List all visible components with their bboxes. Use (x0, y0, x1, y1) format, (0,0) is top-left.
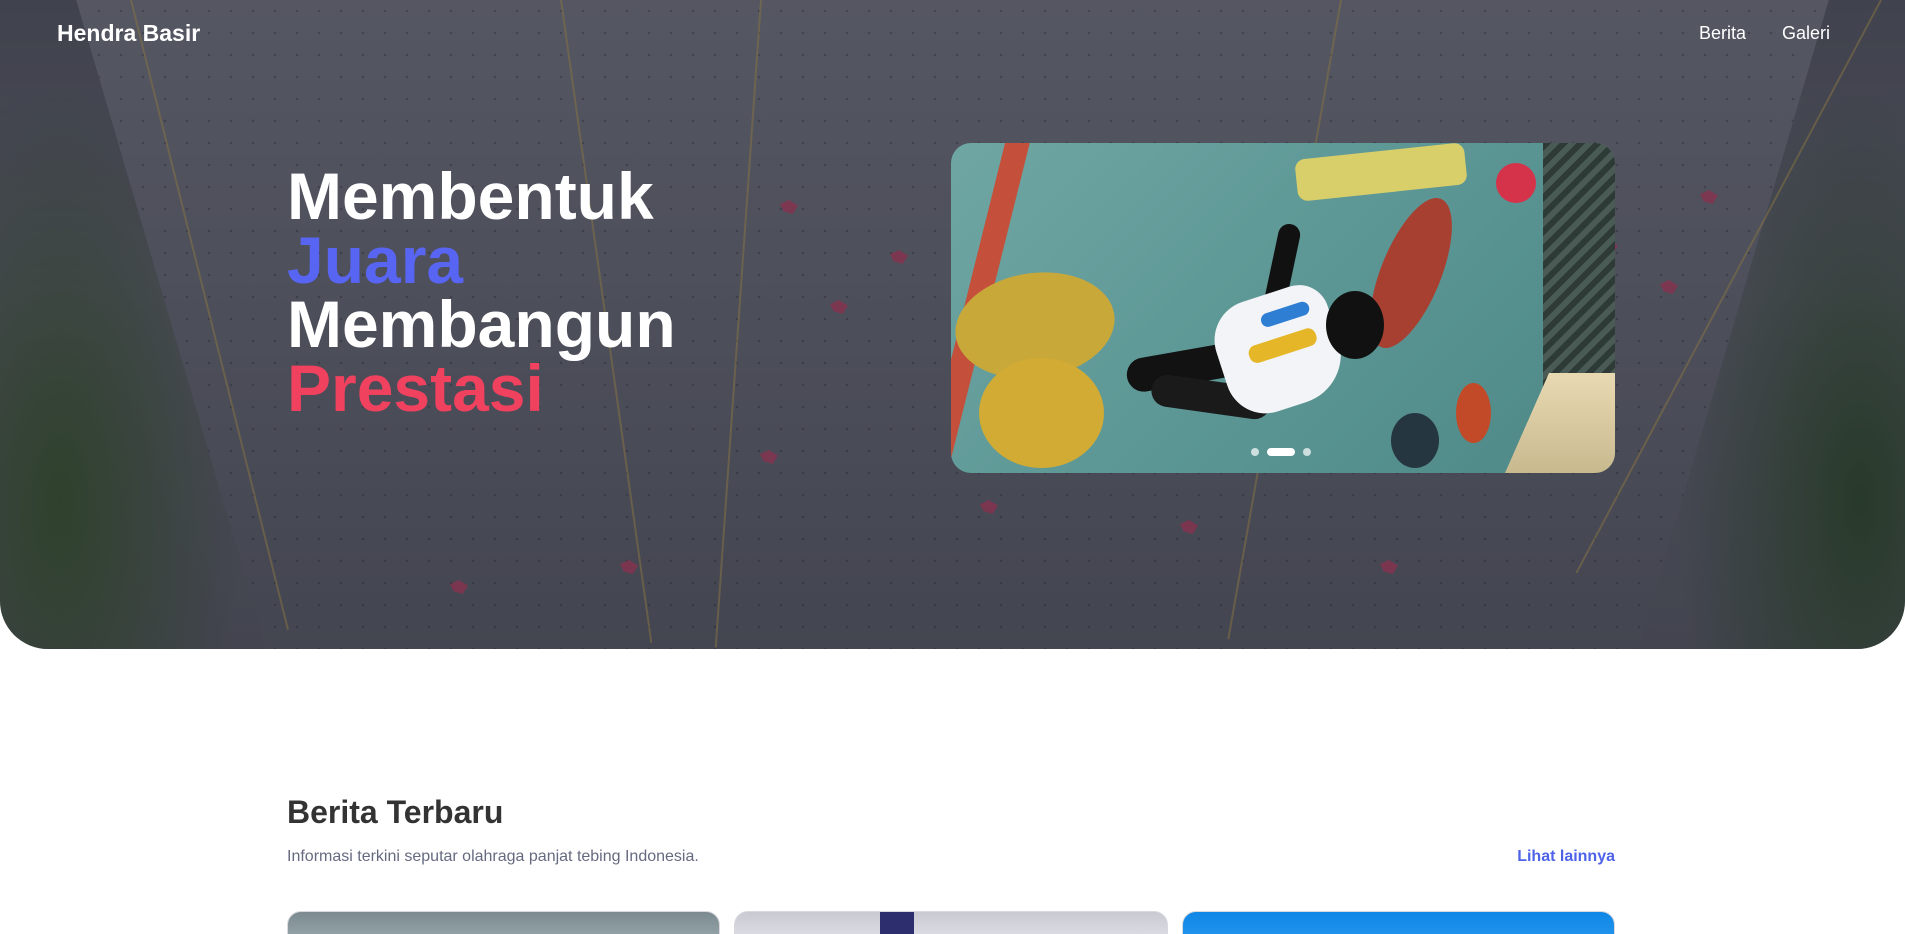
news-card-image-banner (880, 912, 915, 934)
carousel-photo-hold (1294, 143, 1468, 202)
news-card[interactable] (287, 911, 721, 934)
hero-carousel[interactable] (951, 143, 1615, 473)
climber-jersey-stripe (1259, 299, 1312, 329)
top-nav: Hendra Basir Berita Galeri (0, 0, 1905, 70)
carousel-photo-sky (1505, 373, 1615, 473)
news-card[interactable] (1181, 911, 1615, 934)
headline-line-2: Juara (287, 223, 464, 297)
nav-link-berita[interactable]: Berita (1699, 23, 1746, 44)
headline-line-3: Membangun (287, 287, 676, 361)
nav-links: Berita Galeri (1699, 23, 1830, 44)
news-cards (287, 911, 1615, 934)
headline-line-1: Membentuk (287, 159, 654, 233)
carousel-dot-active[interactable] (1267, 448, 1295, 456)
carousel-dot[interactable] (1251, 448, 1259, 456)
carousel-photo-hold (1391, 413, 1439, 468)
carousel-photo-hold (979, 358, 1104, 468)
carousel-indicators (1251, 448, 1311, 456)
hero-section: Hendra Basir Berita Galeri Membentuk Jua… (0, 0, 1905, 649)
carousel-photo-climber (1326, 291, 1384, 359)
see-more-link[interactable]: Lihat lainnya (1517, 848, 1615, 866)
carousel-photo-hold (1496, 163, 1536, 203)
news-section-title: Berita Terbaru (287, 794, 504, 830)
news-section-subtitle: Informasi terkini seputar olahraga panja… (287, 848, 699, 865)
climber-jersey-stripe (1246, 326, 1319, 366)
nav-link-galeri[interactable]: Galeri (1782, 23, 1830, 44)
carousel-photo-hold (1456, 383, 1491, 443)
news-card[interactable] (734, 911, 1168, 934)
hero-headline: Membentuk Juara Membangun Prestasi (287, 159, 676, 425)
carousel-dot[interactable] (1303, 448, 1311, 456)
headline-line-4: Prestasi (287, 351, 544, 425)
brand-logo[interactable]: Hendra Basir (57, 20, 200, 47)
